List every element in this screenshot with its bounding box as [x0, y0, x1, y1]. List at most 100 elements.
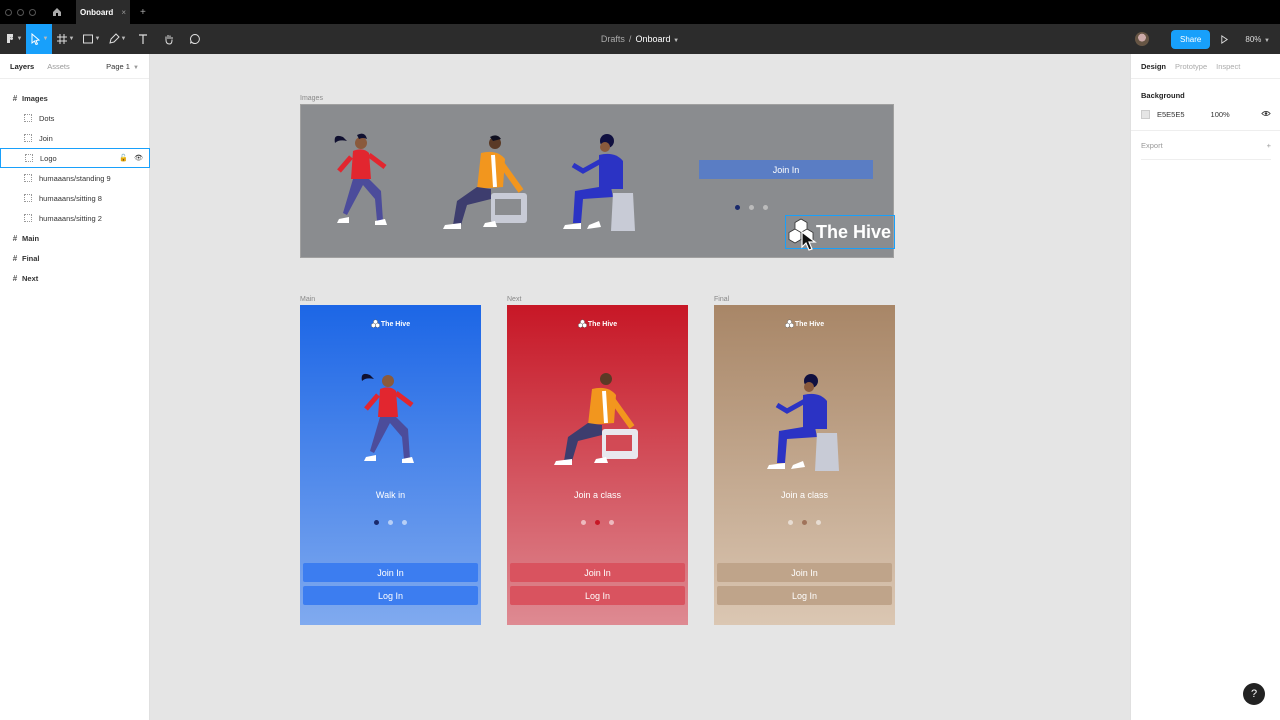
page-dots [300, 520, 481, 525]
tab-inspect[interactable]: Inspect [1216, 62, 1240, 71]
layer-name: Images [22, 93, 48, 103]
dot [402, 520, 407, 525]
logo: The Hive [507, 319, 688, 329]
join-button[interactable]: Join In [717, 563, 892, 582]
logo-text: The Hive [816, 221, 892, 242]
layer-name: Main [22, 233, 40, 243]
crumb-folder[interactable]: Drafts [601, 34, 625, 44]
main-menu-button[interactable]: ▼ [0, 24, 26, 54]
avatar[interactable] [1135, 32, 1150, 46]
tab-prototype[interactable]: Prototype [1175, 62, 1207, 71]
file-tab-label: Onboard [79, 7, 114, 17]
layer-item[interactable]: # Final [0, 248, 150, 268]
chevron-down-icon[interactable]: ▼ [671, 38, 679, 44]
screen-title: Walk in [375, 490, 406, 500]
shape-tool[interactable]: ▼ [78, 24, 104, 54]
frame-icon: # [12, 233, 18, 243]
window-control[interactable] [29, 8, 36, 16]
layer-item[interactable]: Dots [0, 108, 150, 128]
mouse-cursor-icon [801, 231, 817, 251]
eye-icon[interactable] [1261, 110, 1271, 119]
comment-tool[interactable] [182, 24, 208, 54]
dot [763, 205, 768, 210]
divider [1131, 130, 1280, 131]
dot [816, 520, 821, 525]
group-icon [24, 174, 32, 182]
images-frame[interactable]: Join In The Hive [300, 104, 895, 258]
layer-item[interactable]: # Main [0, 228, 150, 248]
lock-icon[interactable]: 🔓 [119, 154, 128, 162]
help-button[interactable]: ? [1243, 683, 1265, 705]
layer-name: Logo [40, 153, 57, 163]
pen-icon [108, 33, 120, 44]
add-export-icon[interactable]: + [1267, 141, 1271, 150]
right-tabs: Design Prototype Inspect [1131, 54, 1280, 79]
new-tab-button[interactable]: + [140, 7, 146, 18]
logo-text: The Hive [587, 320, 618, 328]
login-button[interactable]: Log In [510, 586, 685, 605]
close-tab-icon[interactable]: × [121, 8, 126, 17]
frame-label-images[interactable]: Images [300, 95, 323, 102]
page-selector[interactable]: Page 1 ▼ [106, 62, 139, 71]
layer-name: Final [22, 253, 40, 263]
background-swatch[interactable] [1141, 110, 1150, 119]
layer-item[interactable]: # Images [0, 88, 150, 108]
text-icon [139, 34, 147, 44]
phone-frame-main[interactable]: The Hive Walk in Join In Log In [300, 305, 481, 625]
screen-title: Join a class [573, 490, 622, 500]
background-hex[interactable]: E5E5E5 [1157, 110, 1185, 119]
zoom-level[interactable]: 80% ▼ [1245, 35, 1270, 44]
eye-icon[interactable]: 👁 [134, 154, 143, 162]
hand-tool[interactable] [156, 24, 182, 54]
frame-label-main[interactable]: Main [300, 296, 315, 303]
layer-item[interactable]: humaaans/sitting 8 [0, 188, 150, 208]
layer-item[interactable]: # Next [0, 268, 150, 288]
export-heading[interactable]: Export [1141, 141, 1163, 150]
move-tool[interactable]: ▼ [26, 24, 52, 54]
frame-tool[interactable]: ▼ [52, 24, 78, 54]
phone-frame-next[interactable]: The Hive Join a class Join In Log In [507, 305, 688, 625]
group-icon [25, 154, 33, 162]
layer-name: humaaans/sitting 8 [39, 193, 102, 203]
play-icon[interactable] [1220, 34, 1229, 44]
frame-icon: # [12, 93, 18, 103]
login-button[interactable]: Log In [717, 586, 892, 605]
hexagon-logo-icon [371, 319, 380, 329]
dot [788, 520, 793, 525]
figma-logo-icon [6, 34, 13, 43]
logo: The Hive [300, 319, 481, 329]
screen-title: Join a class [780, 490, 829, 500]
join-button[interactable]: Join In [303, 563, 478, 582]
tab-design[interactable]: Design [1141, 62, 1166, 71]
join-button[interactable]: Join In [699, 160, 873, 179]
layer-item[interactable]: humaaans/sitting 2 [0, 208, 150, 228]
illustration-standing [334, 133, 387, 225]
properties-panel: Design Prototype Inspect Background E5E5… [1130, 54, 1280, 720]
layer-name: Dots [39, 113, 55, 123]
crumb-file[interactable]: Onboard [635, 34, 670, 44]
logo-text: The Hive [380, 320, 411, 328]
window-control[interactable] [17, 8, 24, 16]
pen-tool[interactable]: ▼ [104, 24, 130, 54]
layer-item[interactable]: Logo 🔓 👁 [0, 148, 150, 168]
file-tab[interactable]: Onboard × [76, 0, 130, 24]
text-tool[interactable] [130, 24, 156, 54]
window-control[interactable] [5, 8, 12, 16]
tab-layers[interactable]: Layers [10, 62, 34, 71]
login-button[interactable]: Log In [303, 586, 478, 605]
illustration-sitting-blue [766, 374, 839, 471]
background-heading: Background [1141, 91, 1185, 100]
join-button[interactable]: Join In [510, 563, 685, 582]
illustration-sitting-blue [563, 134, 635, 231]
layer-item[interactable]: humaaans/standing 9 [0, 168, 150, 188]
frame-label-final[interactable]: Final [714, 296, 729, 303]
phone-frame-final[interactable]: The Hive Join a class Join In Log In [714, 305, 895, 625]
page-name: Page 1 [106, 62, 130, 71]
home-icon[interactable] [50, 5, 64, 19]
background-opacity[interactable]: 100% [1211, 110, 1230, 119]
background-row: E5E5E5 100% [1141, 110, 1271, 119]
share-button[interactable]: Share [1171, 29, 1211, 49]
tab-assets[interactable]: Assets [47, 62, 70, 71]
frame-label-next[interactable]: Next [507, 296, 521, 303]
layer-item[interactable]: Join [0, 128, 150, 148]
